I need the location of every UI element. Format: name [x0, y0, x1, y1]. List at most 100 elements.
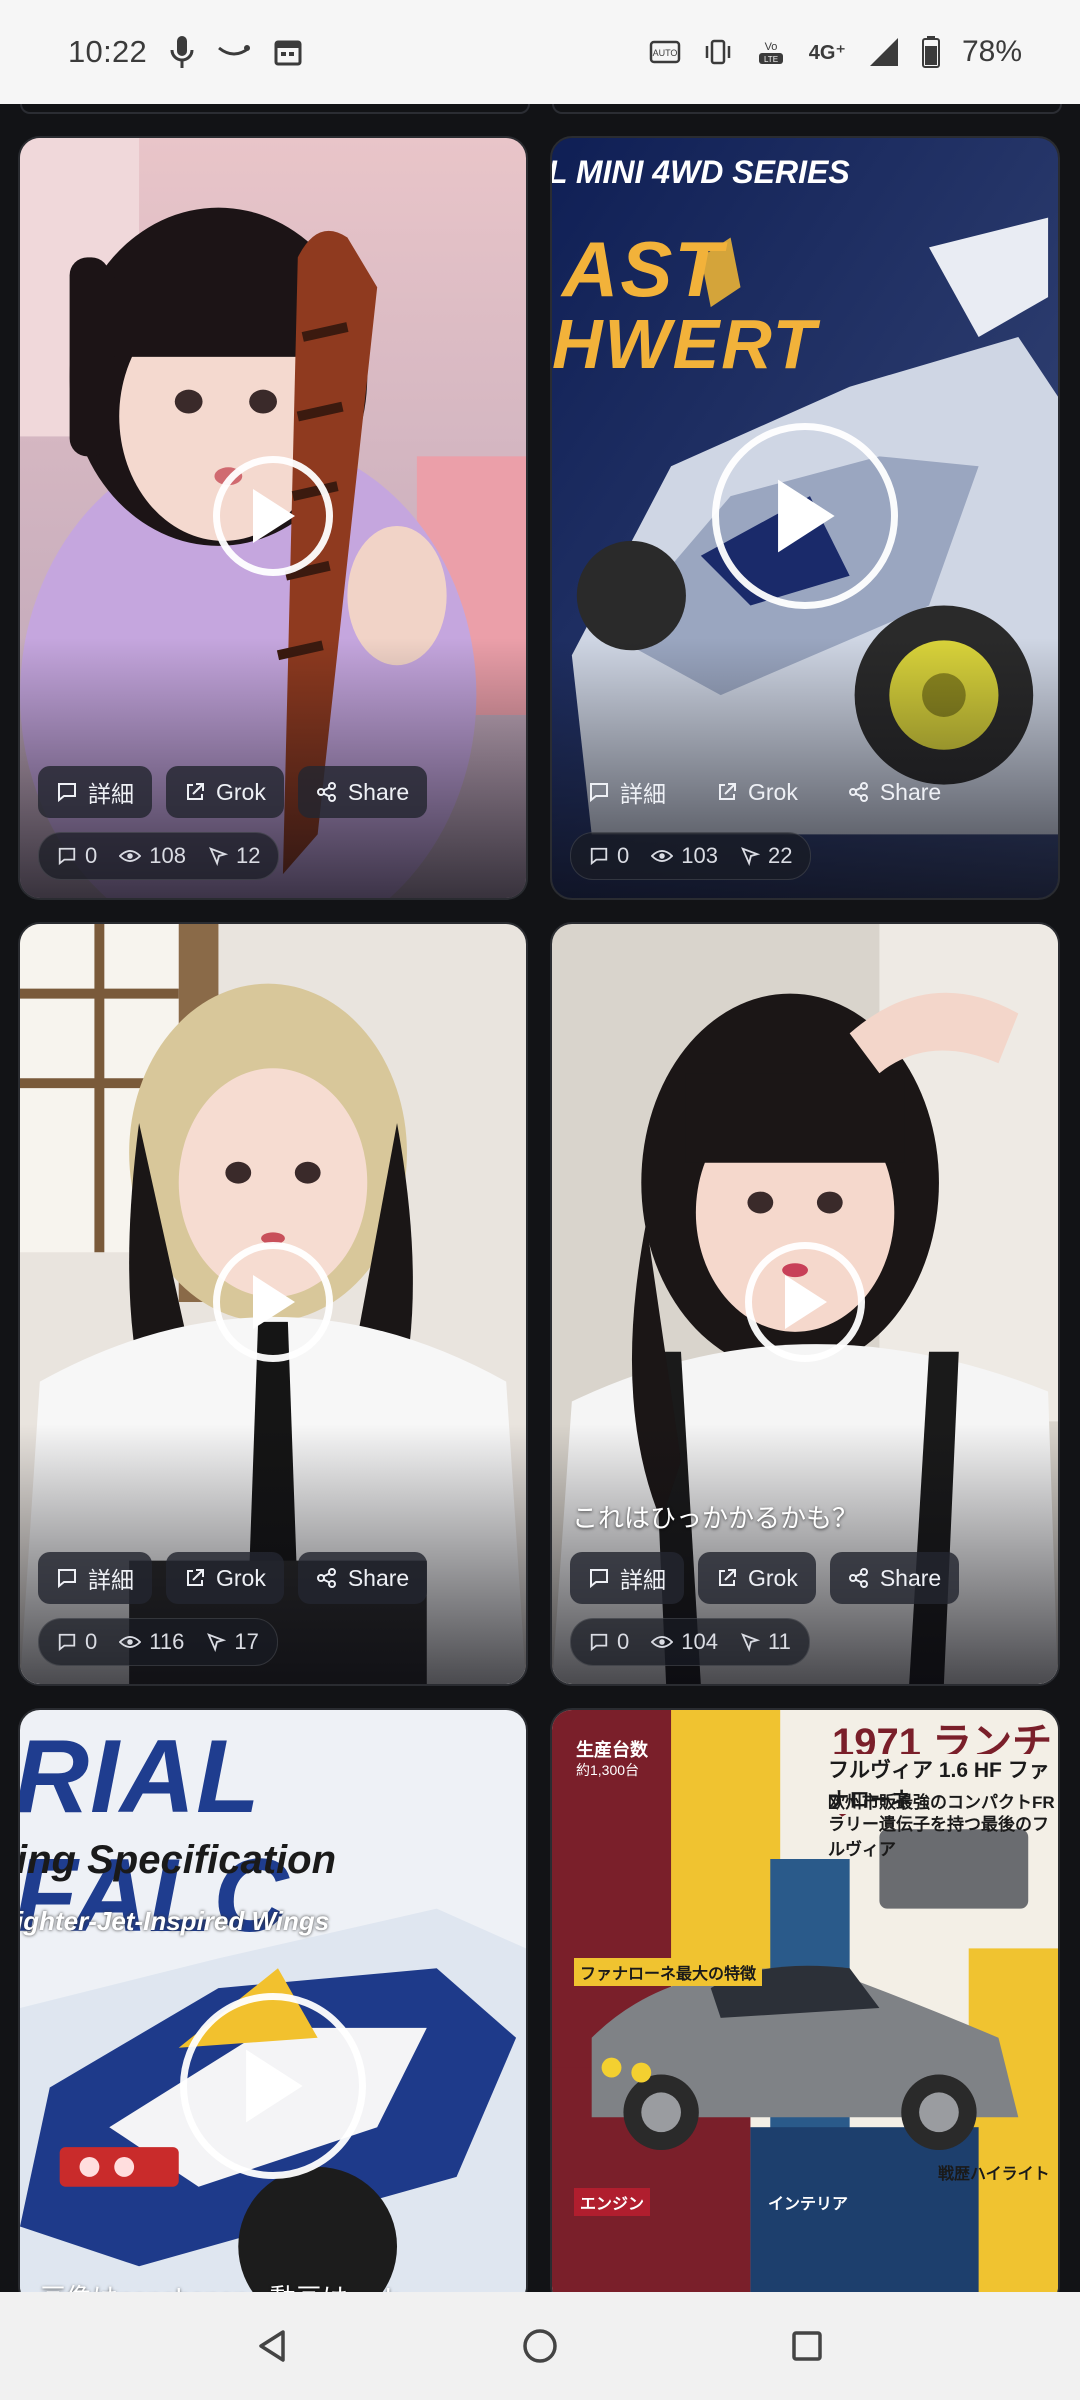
play-button[interactable]: [712, 423, 898, 609]
play-button[interactable]: [213, 456, 333, 576]
share-button[interactable]: Share: [297, 1552, 428, 1604]
grok-button[interactable]: Grok: [698, 1552, 816, 1604]
comment-icon: [58, 1633, 76, 1652]
play-icon: [246, 2049, 303, 2123]
comment-icon: [58, 783, 76, 803]
external-link-icon: [187, 783, 204, 800]
play-button[interactable]: [213, 1242, 333, 1362]
comment-count: 0: [57, 1629, 97, 1655]
view-count: 104: [651, 1629, 718, 1655]
card-actions: 詳細 Grok Share: [38, 766, 428, 818]
view-count: 108: [119, 843, 186, 869]
card-stats: 0 116 17: [38, 1618, 278, 1666]
click-count: 12: [208, 843, 260, 869]
external-link-icon: [719, 783, 736, 800]
detail-button[interactable]: 詳細: [38, 1552, 152, 1604]
home-icon: [523, 2329, 557, 2363]
clock: 10:22: [68, 34, 148, 69]
external-link-icon: [187, 1569, 204, 1586]
volte-icon: Vo LTE: [755, 37, 787, 67]
network-type: 4G⁺: [808, 41, 846, 64]
svg-text:AUTO: AUTO: [652, 48, 677, 58]
poster-production-value: 約1,300台: [576, 1762, 640, 1778]
video-card[interactable]: これはひっかかるかも？ 詳細 Grok Share 0 104 11: [550, 922, 1060, 1686]
calendar-icon: [273, 37, 303, 67]
click-count: 22: [740, 843, 792, 869]
grok-button[interactable]: Grok: [698, 766, 816, 818]
eye-icon: [119, 1636, 142, 1648]
play-icon: [253, 1275, 295, 1329]
comment-icon: [590, 847, 608, 866]
recents-icon: [791, 2331, 822, 2361]
video-feed[interactable]: 詳細 Grok Share 0 108 12 L MINI 4WD SERIES…: [0, 104, 1080, 2292]
wave-icon: [217, 42, 251, 62]
svg-text:LTE: LTE: [764, 55, 778, 64]
eye-icon: [651, 1636, 674, 1648]
poster-feature-label: ファナローネ最大の特徴: [574, 1958, 763, 1986]
overlay-name-line2: HWERT: [552, 305, 818, 383]
play-button[interactable]: [745, 1242, 865, 1362]
card-actions: 詳細 Grok Share: [570, 766, 959, 818]
back-icon: [259, 2330, 286, 2362]
comment-icon: [58, 847, 76, 866]
share-button[interactable]: Share: [297, 766, 428, 818]
share-icon: [848, 1568, 868, 1588]
view-count: 103: [651, 843, 718, 869]
play-icon: [785, 1275, 827, 1329]
svg-text:Vo: Vo: [764, 41, 777, 53]
card-partial-top: [552, 104, 1062, 114]
share-icon: [316, 782, 336, 802]
video-card[interactable]: L MINI 4WD SERIES AST HWERT 詳細 Grok Shar…: [550, 136, 1060, 900]
recents-button[interactable]: [767, 2306, 847, 2386]
system-navigation-bar: [0, 2292, 1080, 2400]
comment-count: 0: [589, 1629, 629, 1655]
overlay-series-text: L MINI 4WD SERIES: [550, 154, 850, 190]
share-icon: [316, 1568, 336, 1588]
status-bar: 10:22 AUTO Vo LTE 4G⁺ 78%: [0, 0, 1080, 104]
detail-button[interactable]: 詳細: [38, 766, 152, 818]
cursor-icon: [741, 847, 760, 866]
battery-level: 78%: [961, 35, 1022, 68]
view-count: 116: [119, 1629, 184, 1655]
overlay-name-line1: AST: [562, 225, 724, 313]
poster-production-label: 生産台数: [576, 1740, 648, 1760]
detail-button[interactable]: 詳細: [570, 1552, 684, 1604]
comment-icon: [590, 1569, 608, 1589]
video-card[interactable]: RIAL FALC ing Specification ighter-Jet-I…: [18, 1708, 528, 2292]
cursor-icon: [207, 1633, 227, 1652]
card-partial-top: [20, 104, 530, 114]
comment-count: 0: [589, 843, 629, 869]
video-caption: これはひっかかるかも？: [572, 1503, 859, 1533]
share-button[interactable]: Share: [829, 1552, 960, 1604]
play-icon: [778, 479, 835, 553]
home-button[interactable]: [500, 2306, 580, 2386]
eye-icon: [119, 850, 142, 862]
battery-icon: [921, 36, 940, 68]
external-link-icon: [719, 1569, 736, 1586]
video-card[interactable]: 詳細 Grok Share 0 116 17: [18, 922, 528, 1686]
cursor-icon: [741, 1633, 760, 1652]
play-button[interactable]: [180, 1993, 366, 2179]
back-button[interactable]: [233, 2306, 313, 2386]
poster-engine-label: エンジン: [574, 2188, 651, 2216]
poster-history-label: 戦歴ハイライト: [938, 2166, 1050, 2183]
click-count: 17: [206, 1629, 259, 1655]
share-button[interactable]: Share: [830, 766, 959, 818]
grok-button[interactable]: Grok: [166, 1552, 284, 1604]
detail-button[interactable]: 詳細: [570, 766, 684, 818]
comment-icon: [590, 783, 608, 803]
card-actions: 詳細 Grok Share: [570, 1552, 960, 1604]
cursor-icon: [209, 847, 228, 866]
vibrate-icon: [703, 37, 733, 67]
overlay-subtitle-2: ighter-Jet-Inspired Wings: [18, 1906, 330, 1936]
grok-button[interactable]: Grok: [166, 766, 284, 818]
video-caption: 画像はnanobanana 動画はgrok: [40, 2278, 398, 2292]
overlay-subtitle: ing Specification: [18, 1838, 337, 1882]
eye-icon: [651, 850, 674, 862]
poster-tagline-2: ラリー遺伝子を持つ最後のフルヴィア: [828, 1815, 1049, 1859]
video-card[interactable]: 詳細 Grok Share 0 108 12: [18, 136, 528, 900]
card-stats: 0 104 11: [570, 1618, 810, 1666]
poster-interior-label: インテリア: [762, 2188, 855, 2216]
signal-icon: [868, 36, 900, 68]
video-card[interactable]: 1971 ランチア フルヴィア 1.6 HF ファナローネ 欧州市販最強のコンパ…: [550, 1708, 1060, 2292]
